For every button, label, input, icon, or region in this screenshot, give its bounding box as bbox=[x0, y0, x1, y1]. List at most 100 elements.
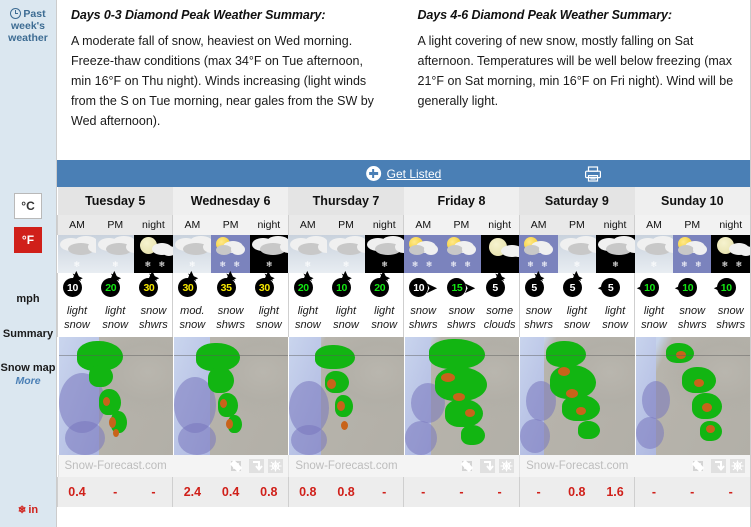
condition-text-4-2: light snow bbox=[596, 304, 635, 337]
download-icon[interactable] bbox=[480, 459, 496, 473]
main-panel: Days 0-3 Diamond Peak Weather Summary: A… bbox=[56, 0, 751, 527]
wind-indicator-icon: ➤➤30 bbox=[252, 270, 286, 299]
day-header-5[interactable]: Sunday 10 bbox=[634, 187, 750, 215]
snow-map-0[interactable] bbox=[57, 337, 173, 455]
wind-indicator-icon: ➤➤20 bbox=[98, 270, 132, 299]
moon-cloud-icon bbox=[480, 235, 520, 273]
snow-unit-label: ❄ in bbox=[0, 504, 56, 516]
printer-icon[interactable] bbox=[584, 165, 602, 182]
watermark-text-2: Snow-Forecast.com bbox=[526, 460, 629, 472]
fahrenheit-button[interactable]: °F bbox=[14, 227, 42, 253]
wind-cell-0-2: ➤ ➤ 30 bbox=[134, 270, 173, 304]
celsius-button[interactable]: °C bbox=[14, 193, 42, 219]
wind-speed-value: 20 bbox=[101, 278, 121, 297]
watermark-text-0: Snow-Forecast.com bbox=[64, 460, 167, 472]
weather-icon-cell-5-2: ❄ ❄ bbox=[711, 235, 750, 273]
wind-speed-value: 35 bbox=[216, 278, 236, 297]
snow-total-2-1: 0.8 bbox=[326, 477, 366, 507]
cloud-snow-icon: ❄ bbox=[172, 235, 212, 273]
wind-indicator-icon: ➤5 bbox=[597, 273, 632, 299]
slot-label-5-1: PM bbox=[673, 215, 712, 235]
snow-map-2[interactable] bbox=[288, 337, 404, 455]
resize-icon[interactable] bbox=[230, 459, 245, 473]
weather-icon-cell-0-0: ❄ bbox=[57, 235, 96, 273]
download-icon[interactable] bbox=[249, 459, 265, 473]
weather-icon-cell-3-1: ❄ ❄ bbox=[442, 235, 481, 273]
resize-icon[interactable] bbox=[461, 459, 476, 473]
moon-cloud-snow-icon: ❄ ❄ bbox=[711, 235, 750, 273]
sun-cloud-snow-icon: ❄ ❄ bbox=[519, 235, 558, 273]
expand-icon[interactable] bbox=[499, 459, 515, 473]
slot-label-1-0: AM bbox=[172, 215, 212, 235]
weather-icon-row: ❄ ❄ ❄ ❄ ❄ ❄ ❄ ❄ ❄ ❄ ❄ ❄ ❄ ❄ ❄ ❄ ❄ ❄ ❄ ❄ ❄ ❄ ❄ ❄ bbox=[57, 235, 750, 273]
wind-cell-4-0: ➤➤5 bbox=[518, 270, 558, 304]
snow-map-5[interactable] bbox=[634, 337, 750, 455]
slot-label-3-1: PM bbox=[442, 215, 481, 235]
wind-cell-3-1: ➤ 15 bbox=[442, 273, 481, 304]
get-listed-button[interactable]: Get Listed bbox=[365, 166, 442, 181]
weather-icon-cell-2-1: ❄ bbox=[326, 235, 366, 273]
cloud-snow-icon: ❄ bbox=[596, 235, 635, 273]
snow-total-4-2: 1.6 bbox=[596, 477, 635, 507]
condition-text-0-0: light snow bbox=[56, 304, 96, 337]
weather-icon-cell-2-0: ❄ bbox=[288, 235, 327, 273]
slot-label-0-1: PM bbox=[95, 215, 135, 235]
summary-0-3-title: Days 0-3 Diamond Peak Weather Summary: bbox=[71, 8, 326, 22]
condition-text-0-2: snow shwrs bbox=[134, 304, 173, 337]
slot-label-3-2: night bbox=[480, 215, 520, 235]
past-week-line1: Past bbox=[23, 8, 46, 20]
day-header-1[interactable]: Wednesday 6 bbox=[172, 187, 289, 215]
wind-unit-label[interactable]: mph bbox=[0, 293, 56, 305]
condition-text-1-0: mod. snow bbox=[172, 304, 212, 337]
cloud-snow-icon: ❄ bbox=[326, 235, 366, 273]
condition-text-5-0: light snow bbox=[634, 304, 673, 337]
snow-map-4[interactable] bbox=[519, 337, 635, 455]
wind-indicator-icon: ➤➤5 bbox=[483, 270, 517, 299]
day-header-2[interactable]: Thursday 7 bbox=[288, 187, 404, 215]
celsius-toggle-row: °C bbox=[0, 193, 56, 219]
expand-icon[interactable] bbox=[268, 459, 284, 473]
snow-map-row bbox=[57, 337, 750, 455]
snow-map-1[interactable] bbox=[172, 337, 289, 455]
get-listed-bar: Get Listed bbox=[57, 160, 750, 187]
snow-map-more-link[interactable]: More bbox=[0, 375, 56, 387]
snow-total-4-1: 0.8 bbox=[557, 477, 597, 507]
moon-cloud-snow-icon: ❄ ❄ bbox=[134, 235, 173, 273]
wind-speed-value: 30 bbox=[254, 278, 274, 297]
wind-indicator-icon: ➤ 15 bbox=[444, 273, 478, 299]
slot-label-1-2: night bbox=[249, 215, 289, 235]
condition-text-4-1: light snow bbox=[557, 304, 597, 337]
wind-row: ➤➤10➤➤20➤➤30➤➤30➤➤35➤➤30➤➤20➤➤10➤➤20➤10➤… bbox=[56, 270, 750, 304]
download-icon[interactable] bbox=[711, 459, 726, 473]
day-header-0[interactable]: Tuesday 5 bbox=[57, 187, 173, 215]
slot-label-3-0: AM bbox=[403, 215, 443, 235]
snow-total-3-2: - bbox=[480, 477, 520, 507]
cloud-snow-icon: ❄ bbox=[365, 235, 404, 273]
day-header-4[interactable]: Saturday 9 bbox=[519, 187, 635, 215]
condition-text-2-2: light snow bbox=[365, 304, 404, 337]
wind-speed-value: 10 bbox=[332, 278, 352, 297]
condition-text-2-1: light snow bbox=[326, 304, 366, 337]
wind-cell-5-0: ➤10 bbox=[634, 273, 673, 304]
cloud-snow-icon: ❄ bbox=[557, 235, 597, 273]
slot-label-4-2: night bbox=[596, 215, 635, 235]
past-week-weather-link[interactable]: Past week's weather bbox=[0, 0, 56, 44]
day-header-3[interactable]: Friday 8 bbox=[403, 187, 520, 215]
wind-cell-0-1: ➤➤20 bbox=[95, 270, 135, 304]
expand-icon[interactable] bbox=[730, 459, 745, 473]
condition-text-5-2: snow shwrs bbox=[711, 304, 750, 337]
condition-text-0-1: light snow bbox=[95, 304, 135, 337]
resize-icon[interactable] bbox=[691, 459, 707, 473]
left-sidebar: Past week's weather °C °F mph Summary Sn… bbox=[0, 0, 56, 527]
summary-4-6-title: Days 4-6 Diamond Peak Weather Summary: bbox=[417, 8, 673, 22]
get-listed-label: Get Listed bbox=[386, 166, 442, 181]
snow-map-3[interactable] bbox=[403, 337, 520, 455]
wind-indicator-icon: ➤10 bbox=[636, 273, 671, 299]
wind-cell-2-1: ➤➤10 bbox=[326, 270, 366, 304]
wind-indicator-icon: ➤10 bbox=[674, 273, 709, 299]
snow-total-5-2: - bbox=[711, 477, 750, 507]
wind-indicator-icon: ➤➤10 bbox=[60, 270, 94, 299]
wind-cell-3-2: ➤➤5 bbox=[480, 270, 520, 304]
wind-cell-2-2: ➤➤20 bbox=[365, 270, 404, 304]
snow-total-1-2: 0.8 bbox=[249, 477, 289, 507]
